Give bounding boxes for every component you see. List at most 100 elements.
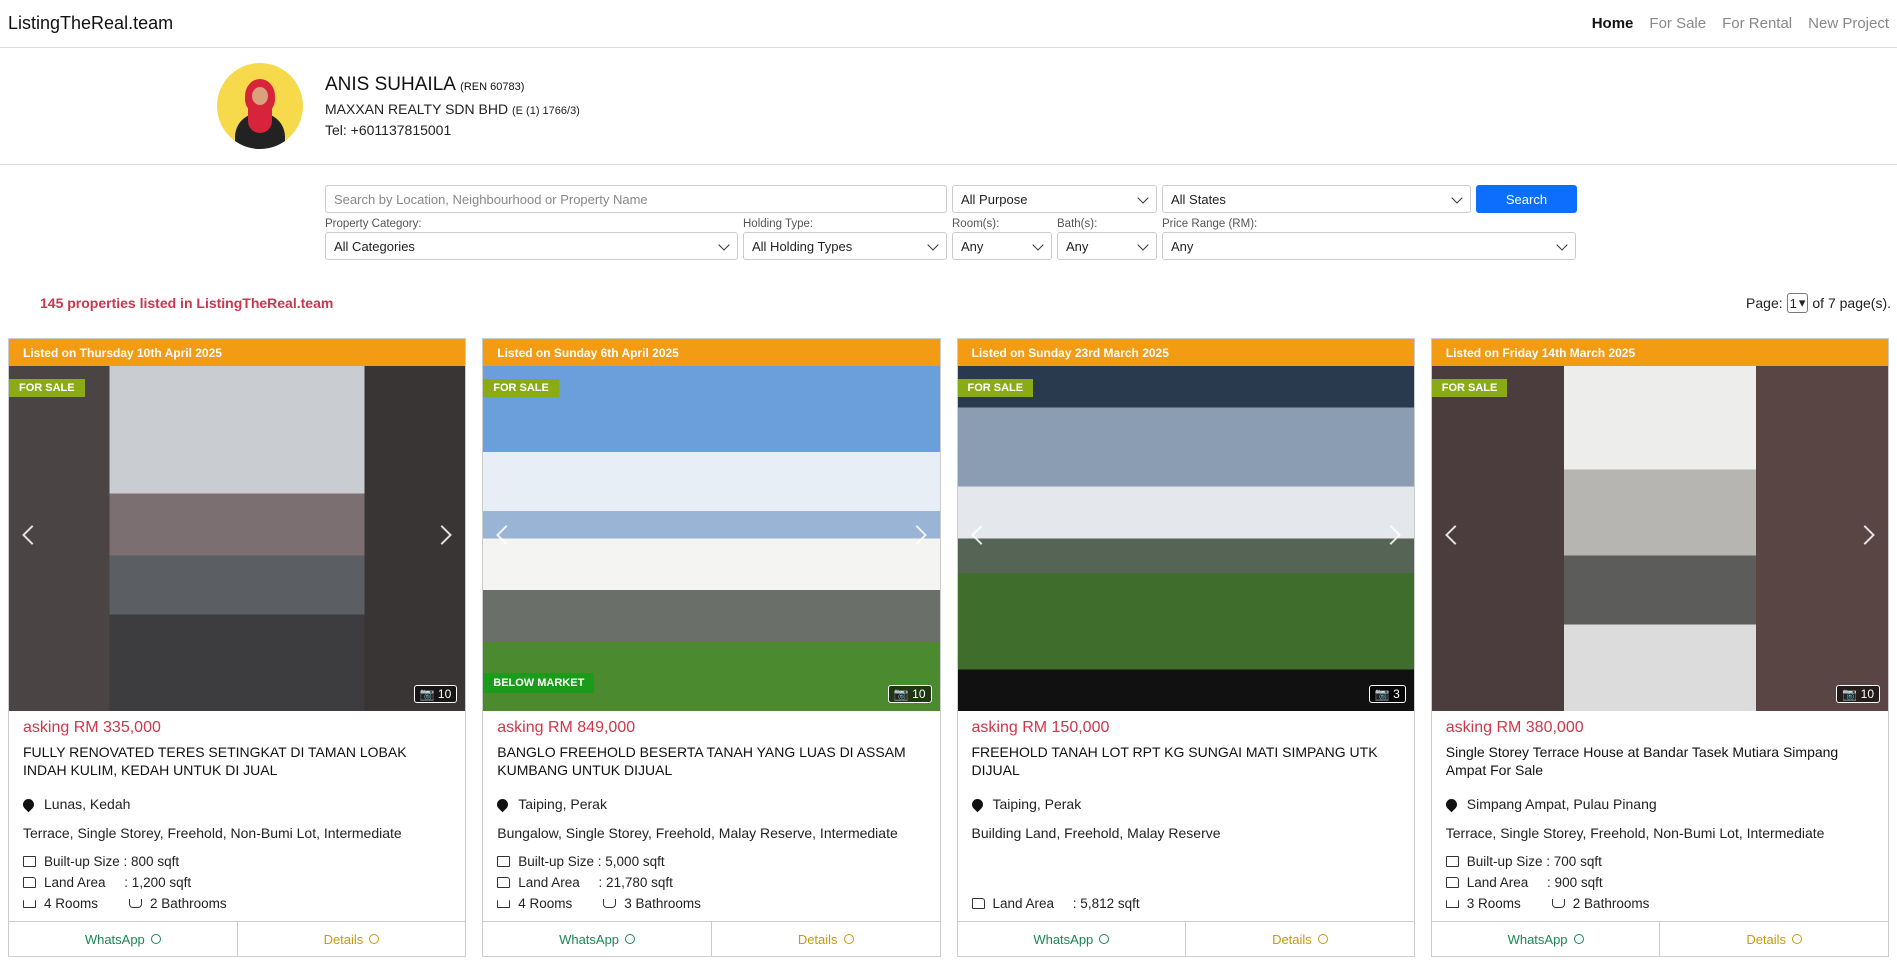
listing-location: Simpang Ampat, Pulau Pinang (1466, 796, 1657, 812)
whatsapp-icon (1573, 934, 1584, 944)
for-sale-badge: FOR SALE (9, 379, 85, 397)
listing-title[interactable]: Single Storey Terrace House at Bandar Ta… (1446, 743, 1874, 783)
listing-price: asking RM 849,000 (497, 719, 636, 736)
prev-photo-icon[interactable] (1444, 525, 1465, 545)
listing-card[interactable]: Listed on Sunday 23rd March 2025 FOR SAL… (956, 338, 1415, 957)
listing-title[interactable]: FULLY RENOVATED TERES SETINGKAT DI TAMAN… (23, 743, 451, 783)
bath-count: 2 Bathrooms (150, 896, 227, 911)
nav-for-rental[interactable]: For Rental (1722, 15, 1792, 32)
whatsapp-button[interactable]: WhatsApp (9, 922, 238, 956)
crosshair-icon (843, 934, 854, 944)
listing-features: Building Land, Freehold, Malay Reserve (971, 825, 1221, 841)
whatsapp-button[interactable]: WhatsApp (958, 922, 1187, 956)
agent-company-line: MAXXAN REALTY SDN BHD (E (1) 1766/3) (325, 99, 580, 120)
photo-count: 📷 3 (1368, 685, 1406, 703)
listing-price: asking RM 380,000 (1445, 719, 1584, 736)
for-sale-badge: FOR SALE (957, 379, 1034, 397)
holding-label: Holding Type: (743, 218, 814, 230)
states-select[interactable]: All States (1162, 185, 1471, 213)
chevron-down-icon (1137, 192, 1149, 204)
agent-avatar (217, 63, 303, 149)
page-total: of 7 page(s). (1812, 295, 1891, 311)
listing-price: asking RM 150,000 (971, 719, 1110, 736)
listing-date: Listed on Thursday 10th April 2025 (9, 339, 466, 366)
land-area: Land Area : 5,812 sqft (992, 896, 1140, 911)
whatsapp-icon (1099, 934, 1110, 944)
listing-features: Bungalow, Single Storey, Freehold, Malay… (497, 825, 898, 841)
prev-photo-icon[interactable] (22, 525, 42, 545)
chevron-down-icon (1032, 239, 1044, 251)
map-pin-icon (20, 796, 37, 812)
agent-name-line: ANIS SUHAILA (REN 60783) (325, 71, 580, 100)
details-button[interactable]: Details (1186, 922, 1414, 956)
map-pin-icon (494, 796, 511, 812)
nav-new-project[interactable]: New Project (1808, 15, 1889, 32)
chevron-down-icon (927, 239, 939, 251)
next-photo-icon[interactable] (432, 525, 453, 545)
listing-title[interactable]: FREEHOLD TANAH LOT RPT KG SUNGAI MATI SI… (972, 743, 1400, 783)
listing-photo[interactable]: FOR SALE 📷 3 (957, 366, 1414, 711)
top-navbar: ListingTheReal.team Home For Sale For Re… (0, 0, 1897, 48)
search-input[interactable]: Search by Location, Neighbourhood or Pro… (325, 185, 947, 213)
prev-photo-icon[interactable] (496, 525, 517, 545)
category-select[interactable]: All Categories (325, 232, 738, 260)
crosshair-icon (1317, 934, 1328, 944)
next-photo-icon[interactable] (1855, 525, 1875, 545)
bath-icon (1551, 899, 1565, 908)
baths-label: Bath(s): (1057, 218, 1098, 230)
search-button[interactable]: Search (1476, 185, 1577, 213)
details-button[interactable]: Details (238, 922, 466, 956)
photo-count: 📷 10 (413, 685, 458, 703)
room-count: 4 Rooms (518, 896, 573, 911)
nav-for-sale[interactable]: For Sale (1649, 15, 1706, 32)
folder-icon (1445, 877, 1459, 888)
listing-title[interactable]: BANGLO FREEHOLD BESERTA TANAH YANG LUAS … (497, 743, 925, 783)
chevron-down-icon (1556, 239, 1568, 251)
brand-logo[interactable]: ListingTheReal.team (8, 13, 173, 34)
listing-price: asking RM 335,000 (23, 719, 161, 736)
bath-icon (129, 899, 143, 908)
next-photo-icon[interactable] (906, 525, 927, 545)
map-pin-icon (1443, 796, 1460, 812)
for-sale-badge: FOR SALE (483, 379, 559, 397)
next-photo-icon[interactable] (1380, 525, 1401, 545)
listing-photo[interactable]: FOR SALE 📷 10 (1431, 366, 1888, 711)
bed-icon (1445, 899, 1459, 908)
agent-name: ANIS SUHAILA (325, 73, 455, 95)
ruler-icon (497, 856, 511, 867)
results-summary: 145 properties listed in ListingTheReal.… (0, 260, 1897, 318)
category-label: Property Category: (325, 218, 422, 230)
bed-icon (23, 899, 36, 908)
listing-card[interactable]: Listed on Sunday 6th April 2025 FOR SALE… (482, 338, 941, 957)
agent-tel[interactable]: Tel: +601137815001 (325, 120, 580, 141)
rooms-label: Room(s): (952, 218, 1000, 230)
whatsapp-button[interactable]: WhatsApp (1432, 922, 1661, 956)
rooms-select[interactable]: Any (952, 232, 1052, 260)
bath-icon (603, 899, 617, 908)
prev-photo-icon[interactable] (970, 525, 991, 545)
photo-count: 📷 10 (887, 685, 932, 703)
ruler-icon (23, 856, 36, 867)
page-select[interactable]: 1 ▾ (1786, 293, 1809, 313)
purpose-select[interactable]: All Purpose (952, 185, 1157, 213)
listing-grid: Listed on Thursday 10th April 2025 FOR S… (0, 318, 1897, 957)
whatsapp-button[interactable]: WhatsApp (483, 922, 712, 956)
holding-select[interactable]: All Holding Types (743, 232, 947, 260)
baths-select[interactable]: Any (1057, 232, 1157, 260)
listing-card[interactable]: Listed on Thursday 10th April 2025 FOR S… (8, 338, 467, 957)
listing-photo[interactable]: FOR SALE 📷 10 (9, 366, 466, 711)
bath-count: 2 Bathrooms (1572, 896, 1650, 911)
room-count: 4 Rooms (44, 896, 99, 911)
chevron-down-icon (1451, 192, 1463, 204)
details-button[interactable]: Details (1660, 922, 1888, 956)
ruler-icon (1445, 856, 1459, 867)
nav-home[interactable]: Home (1592, 15, 1634, 32)
folder-icon (971, 898, 985, 909)
agent-company: MAXXAN REALTY SDN BHD (325, 101, 509, 118)
price-select[interactable]: Any (1162, 232, 1576, 260)
below-market-badge: BELOW MARKET (483, 673, 595, 693)
listing-photo[interactable]: FOR SALE BELOW MARKET 📷 10 (483, 366, 940, 711)
details-button[interactable]: Details (712, 922, 940, 956)
land-area: Land Area : 900 sqft (1466, 875, 1603, 890)
listing-card[interactable]: Listed on Friday 14th March 2025 FOR SAL… (1430, 338, 1889, 957)
